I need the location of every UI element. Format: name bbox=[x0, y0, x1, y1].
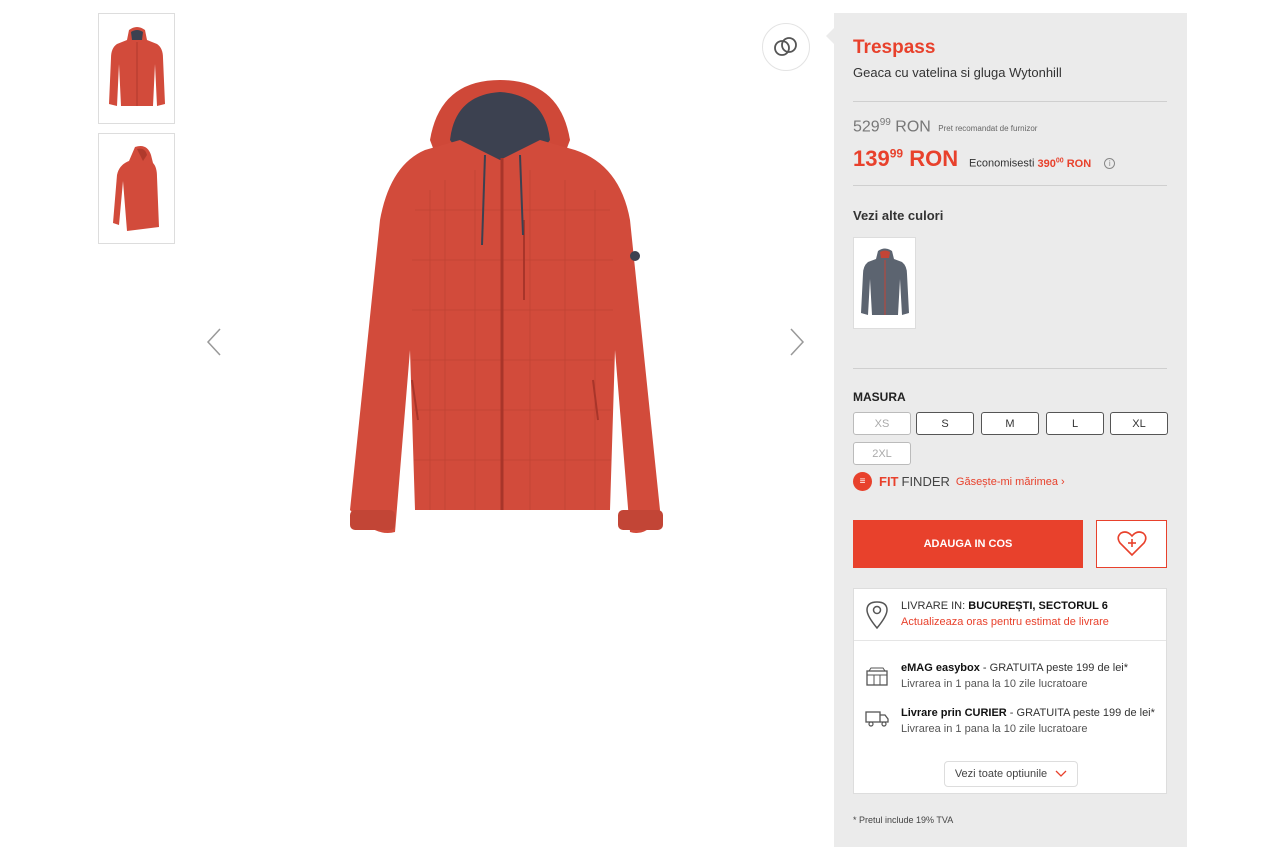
new-price-currency: RON bbox=[909, 146, 959, 171]
divider bbox=[853, 101, 1167, 102]
new-price: 13999 RON bbox=[853, 146, 958, 172]
add-to-wishlist-button[interactable] bbox=[1096, 520, 1167, 568]
old-price: 52999 RON Pret recomandat de furnizor bbox=[853, 117, 1037, 136]
divider bbox=[853, 368, 1167, 369]
size-label: MASURA bbox=[853, 390, 906, 404]
delivery-option-easybox: eMAG easybox - GRATUITA peste 199 de lei… bbox=[901, 662, 1129, 690]
chevron-right-icon bbox=[790, 328, 805, 356]
size-option-xs[interactable]: XS bbox=[853, 412, 911, 435]
thumbnail-front[interactable] bbox=[98, 13, 175, 124]
delivery-box: LIVRARE IN: BUCUREȘTI, SECTORUL 6 Actual… bbox=[853, 588, 1167, 794]
panel-notch bbox=[826, 28, 834, 44]
product-title: Geaca cu vatelina si gluga Wytonhill bbox=[853, 65, 1062, 80]
brand-name[interactable]: Trespass bbox=[853, 37, 935, 59]
courier-truck-icon bbox=[865, 711, 889, 727]
size-option-xl[interactable]: XL bbox=[1110, 412, 1168, 435]
delivery-option-courier: Livrare prin CURIER - GRATUITA peste 199… bbox=[901, 707, 1155, 735]
size-option-m[interactable]: M bbox=[981, 412, 1039, 435]
find-my-size-link[interactable]: Găsește-mi mărimea › bbox=[956, 476, 1065, 488]
fit-finder-logo-icon: ≡ bbox=[853, 472, 872, 491]
info-icon[interactable]: i bbox=[1104, 158, 1116, 170]
see-all-options-button[interactable]: Vezi toate optiunile bbox=[944, 761, 1078, 787]
size-option-l[interactable]: L bbox=[1046, 412, 1104, 435]
old-price-note: Pret recomandat de furnizor bbox=[938, 124, 1038, 134]
delivery-header: LIVRARE IN: BUCUREȘTI, SECTORUL 6 Actual… bbox=[854, 589, 1166, 641]
jacket-grey-thumbnail-image bbox=[860, 248, 909, 315]
new-price-int: 139 bbox=[853, 146, 890, 171]
product-info-panel: Trespass Geaca cu vatelina si gluga Wyto… bbox=[834, 13, 1187, 847]
divider bbox=[853, 185, 1167, 186]
update-city-link[interactable]: Actualizeaza oras pentru estimat de livr… bbox=[901, 616, 1109, 628]
savings-info: Economisesti 39000 RON i bbox=[969, 157, 1116, 170]
previous-image-arrow[interactable] bbox=[199, 322, 229, 362]
color-variant-grey[interactable] bbox=[853, 237, 916, 329]
other-colors-title: Vezi alte culori bbox=[853, 208, 944, 223]
old-price-dec: 99 bbox=[879, 117, 891, 128]
see-all-label: Vezi toate optiunile bbox=[954, 768, 1048, 780]
next-image-arrow[interactable] bbox=[782, 322, 812, 362]
heart-plus-icon bbox=[1116, 531, 1147, 557]
jacket-front-thumbnail-image bbox=[108, 26, 165, 106]
thumbnail-back[interactable] bbox=[98, 133, 175, 244]
delivery-location: LIVRARE IN: BUCUREȘTI, SECTORUL 6 bbox=[901, 600, 1108, 612]
finder-label: FINDER bbox=[901, 474, 950, 489]
chevron-down-icon bbox=[1055, 770, 1067, 777]
main-product-image bbox=[330, 70, 680, 545]
new-price-dec: 99 bbox=[889, 146, 904, 161]
compare-button[interactable] bbox=[762, 23, 810, 71]
fit-finder: ≡ FIT FINDER Găsește-mi mărimea › bbox=[853, 472, 1065, 491]
chevron-left-icon bbox=[206, 328, 221, 356]
size-option-2xl[interactable]: 2XL bbox=[853, 442, 911, 465]
old-price-int: 529 bbox=[853, 118, 880, 136]
savings-label: Economisesti bbox=[969, 157, 1035, 170]
compare-rings-icon bbox=[774, 37, 797, 56]
location-pin-icon bbox=[866, 601, 888, 630]
size-option-s[interactable]: S bbox=[916, 412, 974, 435]
savings-amount: 39000 RON bbox=[1037, 157, 1092, 170]
vat-note: * Pretul include 19% TVA bbox=[853, 815, 954, 825]
easybox-locker-icon bbox=[866, 667, 888, 686]
old-price-currency: RON bbox=[895, 118, 931, 136]
jacket-side-thumbnail-image bbox=[112, 146, 159, 231]
add-to-cart-button[interactable]: ADAUGA IN COS bbox=[853, 520, 1083, 568]
fit-label: FIT bbox=[879, 474, 899, 489]
